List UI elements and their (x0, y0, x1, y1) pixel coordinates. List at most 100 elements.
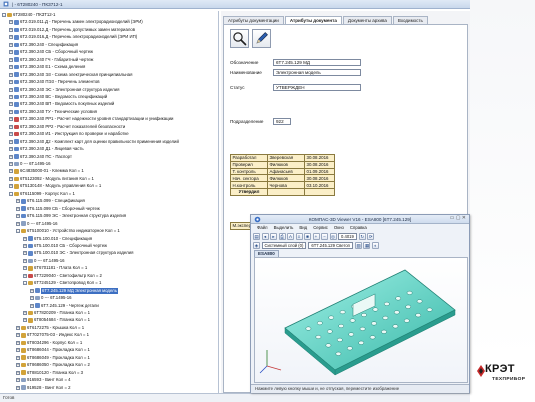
edit-button[interactable] (252, 29, 271, 48)
tree-item[interactable]: +0 --- 6Т.1495-16 (30, 295, 72, 301)
tab-archive-documents[interactable]: Документы архива (342, 16, 392, 24)
structure-tree[interactable]: -6Т280240 - ПКЗТ12-1 +6Т2.019.011.Д - Пер… (0, 11, 219, 393)
tree-item[interactable]: +6Т2.390.240 ГЧ - Габаритный чертеж (9, 57, 93, 63)
tree-item[interactable]: +6Т6172275 - Крышка Кол = 1 (16, 325, 84, 331)
layer-select[interactable]: 6Т7.245.129 Светоп (308, 242, 353, 249)
tree-item[interactable]: - 6Т5100010 - Устройство индикаторное Кол… (16, 228, 120, 234)
subdivision-field[interactable]: 922 (273, 118, 291, 125)
expand-icon[interactable]: + (23, 236, 27, 241)
expand-icon[interactable]: + (9, 132, 13, 137)
expand-icon[interactable]: + (9, 162, 13, 167)
tree-item[interactable]: +6Т2.390.240 ВС - Ведомость спецификаций (9, 94, 107, 100)
shading-icon[interactable]: ◐ (371, 242, 379, 249)
tree-item[interactable]: +6Т2.019.016.Д - Перечень электрорадиоиз… (9, 34, 137, 40)
tree-item[interactable]: +0 --- 6Т.1495-16 (9, 161, 51, 167)
tree-item[interactable]: +6Т2.390.240 Д2 - Комплект карт для оцен… (9, 139, 179, 145)
expand-icon[interactable]: + (23, 243, 27, 248)
tree-item[interactable]: +6Т5.100.010 СБ - Сборочный чертеж (23, 243, 107, 249)
zoom-select[interactable]: 0.4019 (338, 233, 357, 240)
open-icon[interactable]: ▤ (253, 233, 260, 240)
tab-document-attributes[interactable]: Атрибуты документа (284, 16, 342, 24)
menu-file[interactable]: Файл (257, 225, 268, 230)
layer-icon[interactable]: ◈ (253, 242, 260, 249)
tree-item[interactable]: +6Т2.390.240 ПС - Паспорт (9, 154, 72, 160)
expand-icon[interactable]: + (9, 124, 13, 129)
back-icon[interactable]: ◂ (261, 233, 269, 240)
expand-icon[interactable]: + (9, 35, 13, 40)
expand-icon[interactable]: + (9, 42, 13, 47)
tree-item[interactable]: +6Т7229040 - Светофильтр Кол = 2 (23, 273, 102, 279)
tree-item[interactable]: +6Т6701181 - Плата Кол = 1 (23, 265, 87, 271)
expand-icon[interactable]: + (9, 184, 13, 189)
forward-icon[interactable]: ▸ (270, 233, 277, 240)
tree-item[interactable]: +6Т2.390.240 ЭС - Электронная структура … (9, 87, 119, 93)
expand-icon[interactable]: + (9, 109, 13, 114)
tree-item[interactable]: +6Т2.019.011.Д - Перечень замен электрор… (9, 19, 143, 25)
display-icon[interactable]: ▦ (363, 242, 371, 249)
expand-icon[interactable]: + (23, 266, 27, 271)
name-field[interactable]: Электронная модель (273, 69, 361, 76)
expand-icon[interactable]: + (16, 370, 20, 375)
tree-item[interactable]: +0 --- 6Т.1495-16 (16, 221, 58, 227)
tree-item[interactable]: +6Т7820209 - Планка Кол = 1 (23, 310, 90, 316)
expand-icon[interactable]: + (9, 147, 13, 152)
expand-icon[interactable]: + (30, 288, 34, 293)
expand-icon[interactable]: + (16, 214, 20, 219)
tree-item[interactable]: +6Т8686049 - Прокладка Кол = 1 (16, 355, 90, 361)
tree-item[interactable]: +6Т5.100.010 - Спецификация (23, 236, 92, 242)
tab-applicability[interactable]: Входимость (392, 16, 428, 24)
menu-select[interactable]: Выделить (274, 225, 294, 230)
expand-icon[interactable]: + (9, 20, 13, 25)
expand-icon[interactable]: + (9, 57, 13, 62)
tree-item[interactable]: - 6Т280240 - ПКЗТ12-1 (2, 12, 55, 18)
search-button[interactable] (230, 29, 249, 48)
tree-item[interactable]: +0 --- 6Т.1495-16 (23, 258, 65, 264)
tree-item[interactable]: +6Т8686044 - Прокладка Кол = 1 (16, 347, 90, 353)
expand-icon[interactable]: + (23, 251, 27, 256)
tree-item[interactable]: +6Т2.390.240 Э3 - Схема электрическая пр… (9, 72, 132, 78)
color-icon[interactable]: ▧ (354, 242, 362, 249)
expand-icon[interactable]: + (23, 318, 27, 323)
tree-item[interactable]: +6Т2.390.240 ВП - Ведомость покупных изд… (9, 101, 114, 107)
menu-window[interactable]: Окно (334, 225, 344, 230)
expand-icon[interactable]: + (30, 296, 34, 301)
tree-item[interactable]: - 6Т7245129 - Светопровод Кол = 1 (23, 280, 101, 286)
coord-system-select[interactable]: Системный слой (0) (261, 242, 307, 249)
tree-item[interactable]: +6Т8810120 - Планка Кол = 3 (16, 370, 83, 376)
zoom-in-icon[interactable]: + (312, 233, 320, 240)
tree-item[interactable]: +6Т7.245.129 - Чертеж детали (30, 303, 99, 309)
expand-icon[interactable]: + (16, 221, 20, 226)
tree-item[interactable]: +6Т8686050 - Прокладка Кол = 2 (16, 362, 90, 368)
rotate-icon[interactable]: ⟳ (367, 233, 375, 240)
zoom-out-icon[interactable]: − (321, 233, 328, 240)
expand-icon[interactable]: + (9, 87, 13, 92)
expand-icon[interactable]: + (16, 340, 20, 345)
tree-item[interactable]: +6Т2.390.240 И1 - Инструкция по проверке… (9, 131, 129, 137)
menu-help[interactable]: Справка (350, 225, 367, 230)
expand-icon[interactable]: + (9, 50, 13, 55)
measure-icon[interactable]: A (287, 233, 294, 240)
tree-item[interactable]: - 6Т6115099 - Корпус Кол = 1 (9, 191, 75, 197)
expand-icon[interactable]: + (9, 102, 13, 107)
expand-icon[interactable]: + (9, 176, 13, 181)
tree-item[interactable]: +919528 - Винт Кол = 2 (16, 385, 71, 391)
tree-item[interactable]: +6Т2.390.240 - Спецификация (9, 42, 78, 48)
expand-icon[interactable]: + (16, 355, 20, 360)
tree-item[interactable]: +6Т6.115.099 СБ - Сборочный чертеж (16, 206, 100, 212)
tree-item[interactable]: +6Т2.390.240 ПЭ3 - Перечень элементов (9, 79, 100, 85)
menu-service[interactable]: Сервис (313, 225, 328, 230)
expand-icon[interactable]: + (16, 363, 20, 368)
tree-item[interactable]: +6Т2.390.240 Е1 - Схема деления (9, 64, 85, 70)
expand-icon[interactable]: + (23, 273, 27, 278)
expand-icon[interactable]: + (9, 27, 13, 32)
zoom-fit-icon[interactable]: ◎ (329, 233, 337, 240)
expand-icon[interactable]: + (9, 72, 13, 77)
designation-field[interactable]: 6Т7.245.129 МД (273, 59, 361, 66)
tree-item[interactable]: +6Т2.390.240 РР1 - Расчет надежности уро… (9, 116, 173, 122)
tree-item[interactable]: +6Т2.019.012.Д - Перечень допустимых зам… (9, 27, 135, 33)
expand-icon[interactable]: + (9, 65, 13, 70)
tree-item[interactable]: +6Т5.100.010 ЭС - Электронная структура … (23, 250, 133, 256)
expand-icon[interactable]: + (16, 325, 20, 330)
tree-item-selected[interactable]: +6Т7.245.129 МД Электронная модель (30, 287, 118, 294)
tree-item[interactable]: +6Т2.390.240 РР2 - Расчет показателей бе… (9, 124, 125, 130)
